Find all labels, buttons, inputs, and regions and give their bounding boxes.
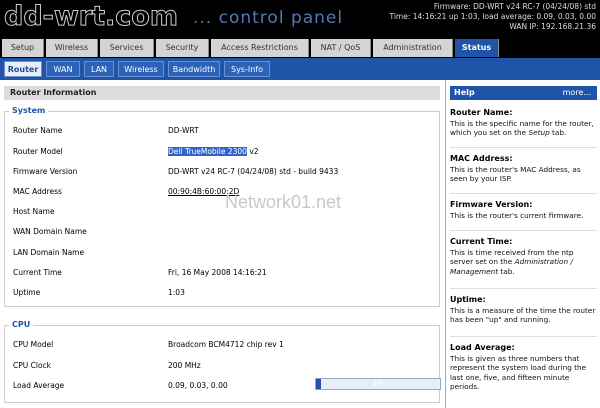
system-legend: System — [9, 106, 49, 115]
host-name-label: Host Name — [13, 207, 55, 216]
firmware-summary: Firmware: DD-WRT v24 RC-7 (04/24/08) std — [433, 2, 596, 11]
subtab-router[interactable]: Router — [4, 61, 42, 77]
router-name-value: DD-WRT — [168, 126, 199, 135]
help-panel: Help more... Router Name: This is the sp… — [445, 80, 600, 408]
router-name-label: Router Name — [13, 126, 63, 135]
cpu-legend: CPU — [9, 320, 34, 329]
tab-nat-qos[interactable]: NAT / QoS — [311, 39, 371, 57]
subtab-wan[interactable]: WAN — [46, 61, 80, 77]
router-model-version: v2 — [246, 147, 259, 156]
help-divider — [450, 147, 597, 148]
help-router-name: Router Name: This is the specific name f… — [450, 108, 597, 138]
help-router-name-tail: tab. — [549, 128, 567, 137]
help-router-name-em: Setup — [528, 128, 550, 137]
help-time-title: Current Time: — [450, 237, 513, 246]
router-model-selected: Dell TrueMobile 2300 — [168, 147, 247, 156]
help-time-tail: tab. — [498, 266, 515, 276]
help-current-time: Current Time: This is time received from… — [450, 237, 597, 276]
system-summary: Firmware: DD-WRT v24 RC-7 (04/24/08) std… — [389, 2, 596, 32]
main-content: Router Information System Router Name DD… — [0, 80, 445, 408]
help-uptime-text: This is a measure of the time the router… — [450, 305, 596, 325]
help-firmware-title: Firmware Version: — [450, 200, 533, 209]
system-section: System Router Name DD-WRT Router Model D… — [4, 106, 440, 307]
load-average-label: Load Average — [13, 381, 65, 390]
subtab-sys-info[interactable]: Sys-Info — [224, 61, 270, 77]
help-firmware: Firmware Version: This is the router's c… — [450, 200, 597, 220]
subtab-bandwidth[interactable]: Bandwidth — [168, 61, 220, 77]
help-router-name-desc: This is the specific name for the router… — [450, 118, 594, 138]
wan-ip-summary: WAN IP: 192.168.21.36 — [509, 22, 596, 31]
help-load-text: This is given as three numbers that repr… — [450, 353, 587, 392]
help-header: Help more... — [450, 86, 597, 100]
current-time-value: Fri, 16 May 2008 14:16:21 — [168, 268, 267, 277]
help-router-name-title: Router Name: — [450, 108, 513, 117]
help-uptime-title: Uptime: — [450, 295, 486, 304]
cpu-load-bar: 4% — [315, 378, 441, 390]
tab-administration[interactable]: Administration — [373, 39, 453, 57]
help-divider — [450, 193, 597, 194]
sub-tabs: Router WAN LAN Wireless Bandwidth Sys-In… — [0, 58, 600, 80]
cpu-clock-value: 200 MHz — [168, 361, 201, 370]
help-more-link[interactable]: more... — [563, 86, 591, 100]
help-title: Help — [454, 88, 475, 97]
firmware-version-value: DD-WRT v24 RC-7 (04/24/08) std - build 9… — [168, 167, 339, 176]
help-time-text: This is time received from the ntp serve… — [450, 248, 597, 277]
cpu-load-percent: 4% — [372, 380, 384, 388]
time-summary: Time: 14:16:21 up 1:03, load average: 0.… — [389, 12, 596, 21]
help-divider — [450, 288, 597, 289]
help-router-name-text: This is the specific name for the router… — [450, 119, 597, 138]
firmware-version-label: Firmware Version — [13, 167, 78, 176]
tab-security[interactable]: Security — [156, 39, 209, 57]
tab-status[interactable]: Status — [455, 39, 499, 57]
subtab-lan[interactable]: LAN — [84, 61, 114, 77]
help-uptime: Uptime: This is a measure of the time th… — [450, 295, 597, 325]
cpu-model-label: CPU Model — [13, 340, 54, 349]
tab-services[interactable]: Services — [100, 39, 154, 57]
tab-wireless[interactable]: Wireless — [46, 39, 98, 57]
watermark: Network01.net — [225, 192, 342, 212]
help-load-average: Load Average: This is given as three num… — [450, 343, 597, 392]
help-firmware-text: This is the router's current firmware. — [450, 210, 584, 220]
logo: dd-wrt.com — [4, 1, 179, 33]
help-mac-title: MAC Address: — [450, 154, 513, 163]
cpu-clock-label: CPU Clock — [13, 361, 52, 370]
page-title: Router Information — [4, 86, 440, 100]
help-divider — [450, 336, 597, 337]
load-average-value: 0.09, 0.03, 0.00 — [168, 381, 228, 390]
uptime-value: 1:03 — [168, 288, 185, 297]
subtab-wireless[interactable]: Wireless — [118, 61, 164, 77]
router-model-value: Dell TrueMobile 2300 v2 — [168, 147, 259, 156]
header: dd-wrt.com ... control panel Firmware: D… — [0, 0, 600, 38]
lan-domain-label: LAN Domain Name — [13, 248, 85, 257]
cpu-section: CPU CPU Model Broadcom BCM4712 chip rev … — [4, 320, 441, 403]
help-load-title: Load Average: — [450, 343, 515, 352]
mac-address-label: MAC Address — [13, 187, 62, 196]
router-model-label: Router Model — [13, 147, 63, 156]
tab-access-restrictions[interactable]: Access Restrictions — [211, 39, 309, 57]
tab-setup[interactable]: Setup — [2, 39, 44, 57]
wan-domain-label: WAN Domain Name — [13, 227, 87, 236]
control-panel-title: ... control panel — [193, 8, 344, 28]
main-tabs: Setup Wireless Services Security Access … — [0, 38, 600, 58]
help-mac-text: This is the router's MAC Address, as see… — [450, 164, 581, 184]
help-mac-address: MAC Address: This is the router's MAC Ad… — [450, 154, 597, 184]
cpu-model-value: Broadcom BCM4712 chip rev 1 — [168, 340, 284, 349]
uptime-label: Uptime — [13, 288, 41, 297]
current-time-label: Current Time — [13, 268, 62, 277]
help-divider — [450, 230, 597, 231]
